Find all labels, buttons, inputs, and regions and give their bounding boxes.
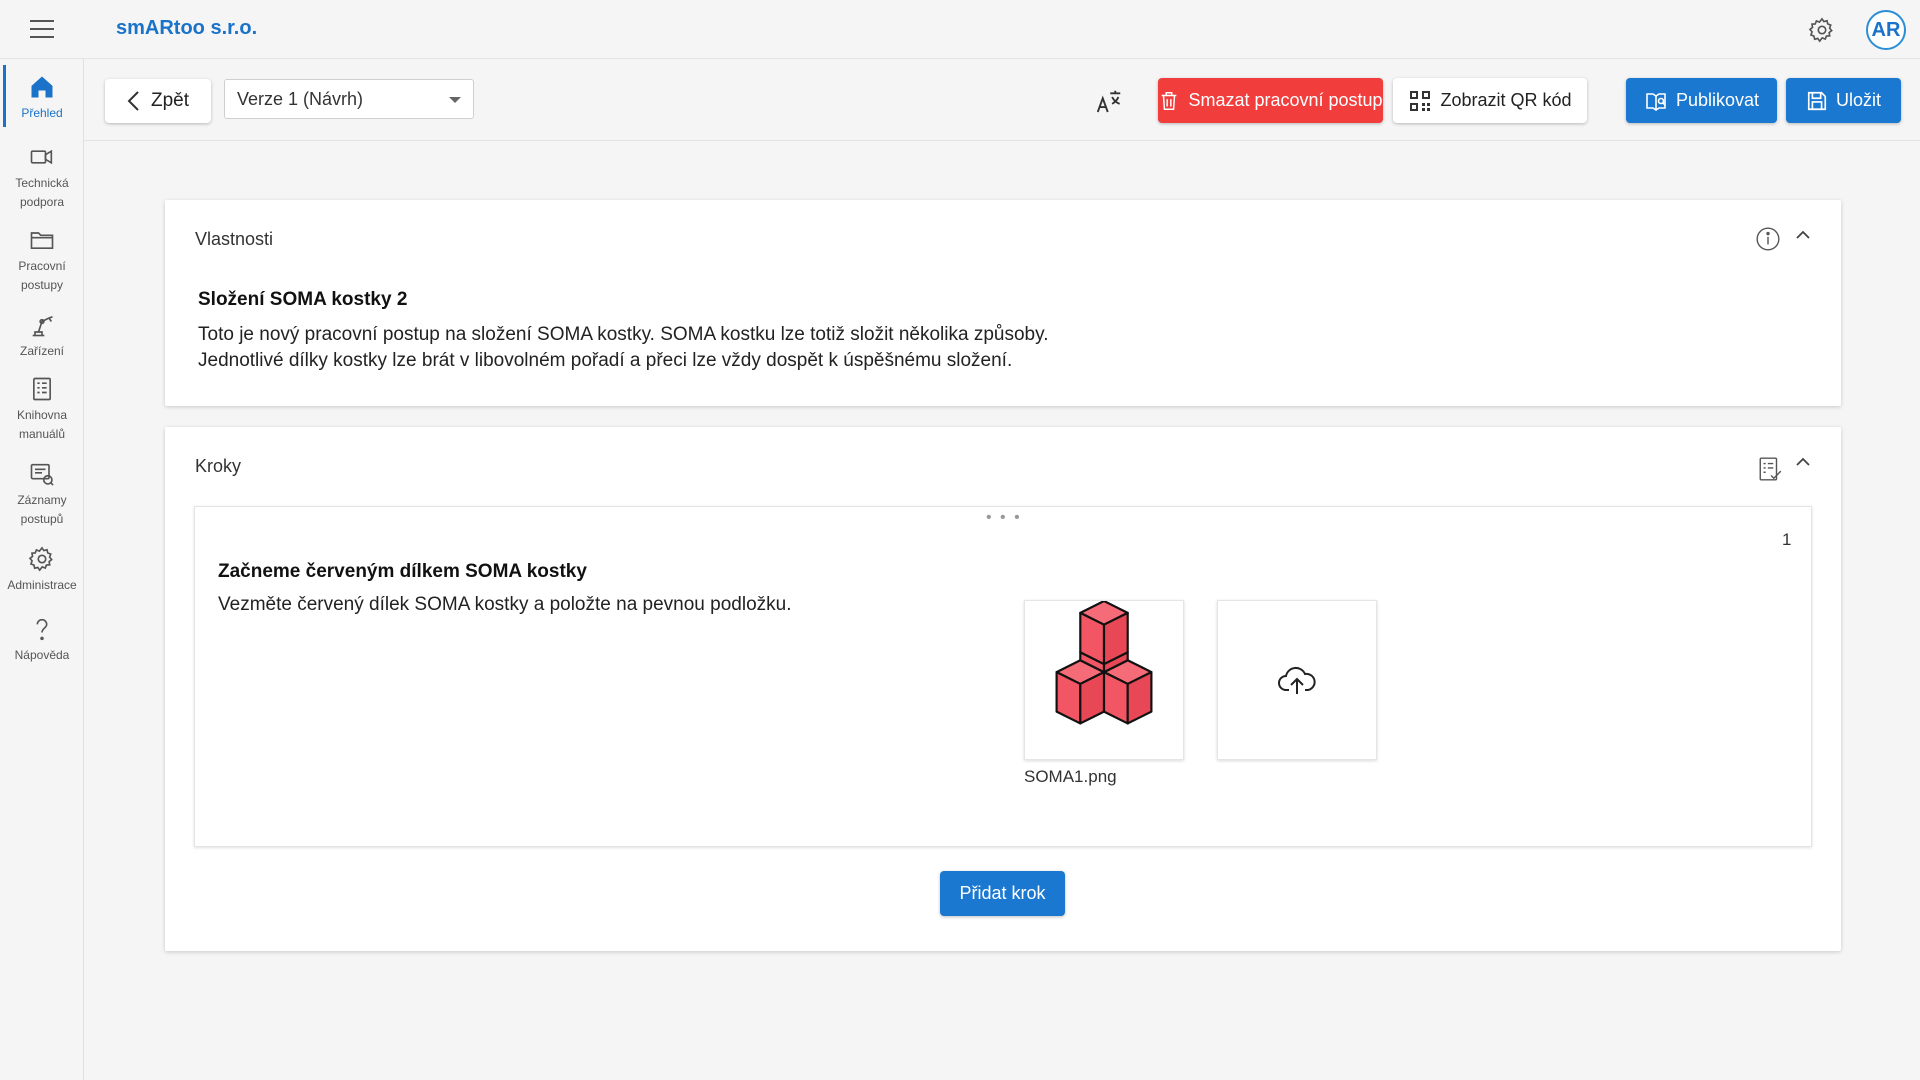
image-upload-dropzone[interactable] <box>1217 600 1377 760</box>
save-button[interactable]: Uložit <box>1786 78 1901 123</box>
sidebar-item-label: Knihovna manuálů <box>16 408 68 441</box>
sidebar-item-technicka-podpora[interactable]: Technická podpora <box>0 143 84 212</box>
sidebar: Přehled Technická podpora Pracovní postu… <box>0 59 84 1080</box>
drag-handle-icon[interactable]: • • • <box>986 509 1022 527</box>
show-qr-button[interactable]: Zobrazit QR kód <box>1393 78 1587 123</box>
back-button-label: Zpět <box>150 90 190 111</box>
sidebar-item-label: Přehled <box>21 106 63 120</box>
properties-card: Vlastnosti Složení SOMA kostky 2 Toto je… <box>165 200 1841 406</box>
robot-arm-icon <box>32 316 53 337</box>
gear-icon <box>28 546 53 572</box>
step-image-thumbnail[interactable] <box>1024 599 1184 760</box>
version-select[interactable]: Verze 1 (Návrh) <box>224 79 474 119</box>
records-icon <box>30 463 54 486</box>
sidebar-item-administrace[interactable]: Administrace <box>0 545 84 595</box>
chevron-up-icon[interactable] <box>1795 454 1811 470</box>
save-label: Uložit <box>1835 90 1881 110</box>
procedure-title: Složení SOMA kostky 2 <box>198 289 408 310</box>
question-icon <box>36 618 48 641</box>
steps-heading: Kroky <box>195 456 242 476</box>
version-select-value: Verze 1 (Návrh) <box>237 88 364 109</box>
add-step-button[interactable]: Přidat krok <box>940 871 1065 916</box>
publish-book-icon <box>1646 92 1666 111</box>
publish-label: Publikovat <box>1675 90 1760 110</box>
sidebar-item-label: Technická podpora <box>15 176 69 209</box>
sidebar-item-label: Nápověda <box>14 648 70 662</box>
sidebar-item-label: Pracovní postupy <box>18 259 66 292</box>
step-description: Vezměte červený dílek SOMA kostky a polo… <box>218 594 792 615</box>
step-item: • • • 1 Začneme červeným dílkem SOMA kos… <box>194 506 1812 847</box>
sidebar-item-label: Zařízení <box>19 344 64 358</box>
caret-down-icon <box>449 97 461 103</box>
menu-icon[interactable] <box>30 20 54 40</box>
procedure-description: Toto je nový pracovní postup na složení … <box>198 322 1398 374</box>
procedure-description-line: Toto je nový pracovní postup na složení … <box>198 324 1049 345</box>
delete-procedure-label: Smazat pracovní postup <box>1188 90 1383 110</box>
app-bar: smARtoo s.r.o. AR <box>0 0 1920 59</box>
video-camera-icon <box>30 149 53 165</box>
properties-heading: Vlastnosti <box>195 229 274 249</box>
soma-cube-image <box>1055 599 1153 725</box>
info-icon[interactable] <box>1755 226 1781 252</box>
qr-code-icon <box>1410 90 1431 111</box>
publish-button[interactable]: Publikovat <box>1626 78 1777 123</box>
trash-icon <box>1162 91 1177 110</box>
chevron-left-icon <box>127 91 139 111</box>
sidebar-item-label: Administrace <box>7 578 77 592</box>
step-number: 1 <box>1782 530 1792 549</box>
sidebar-item-zarizeni[interactable]: Zařízení <box>0 311 84 361</box>
step-title: Začneme červeným dílkem SOMA kostky <box>218 561 587 582</box>
sidebar-item-napoveda[interactable]: Nápověda <box>0 615 84 665</box>
manual-icon <box>33 377 51 401</box>
sidebar-item-label: Záznamy postupů <box>17 493 67 526</box>
step-image-filename: SOMA1.png <box>1024 767 1117 786</box>
sidebar-item-knihovna-manualu[interactable]: Knihovna manuálů <box>0 375 84 444</box>
sidebar-item-prehled[interactable]: Přehled <box>0 65 84 127</box>
back-button[interactable]: Zpět <box>105 79 211 123</box>
folder-icon <box>30 232 54 249</box>
gear-icon[interactable] <box>1808 16 1836 44</box>
chevron-up-icon[interactable] <box>1795 227 1811 243</box>
avatar[interactable]: AR <box>1866 10 1906 50</box>
steps-card: Kroky • • • 1 Začneme červeným dílkem SO… <box>165 427 1841 951</box>
toolbar: Zpět Verze 1 (Návrh) Smazat pracovní pos… <box>84 59 1920 141</box>
procedure-description-line: Jednotlivé dílky kostky lze brát v libov… <box>198 350 1013 371</box>
company-name: smARtoo s.r.o. <box>116 17 258 39</box>
delete-procedure-button[interactable]: Smazat pracovní postup <box>1158 78 1383 123</box>
floppy-disk-icon <box>1807 91 1827 110</box>
cloud-upload-icon <box>1278 666 1316 694</box>
home-icon <box>31 76 53 98</box>
translate-icon[interactable] <box>1094 87 1124 117</box>
show-qr-label: Zobrazit QR kód <box>1440 90 1572 110</box>
sidebar-item-zaznamy-postupu[interactable]: Záznamy postupů <box>0 460 84 529</box>
sidebar-item-pracovni-postupy[interactable]: Pracovní postupy <box>0 226 84 295</box>
checklist-icon[interactable] <box>1757 456 1783 482</box>
